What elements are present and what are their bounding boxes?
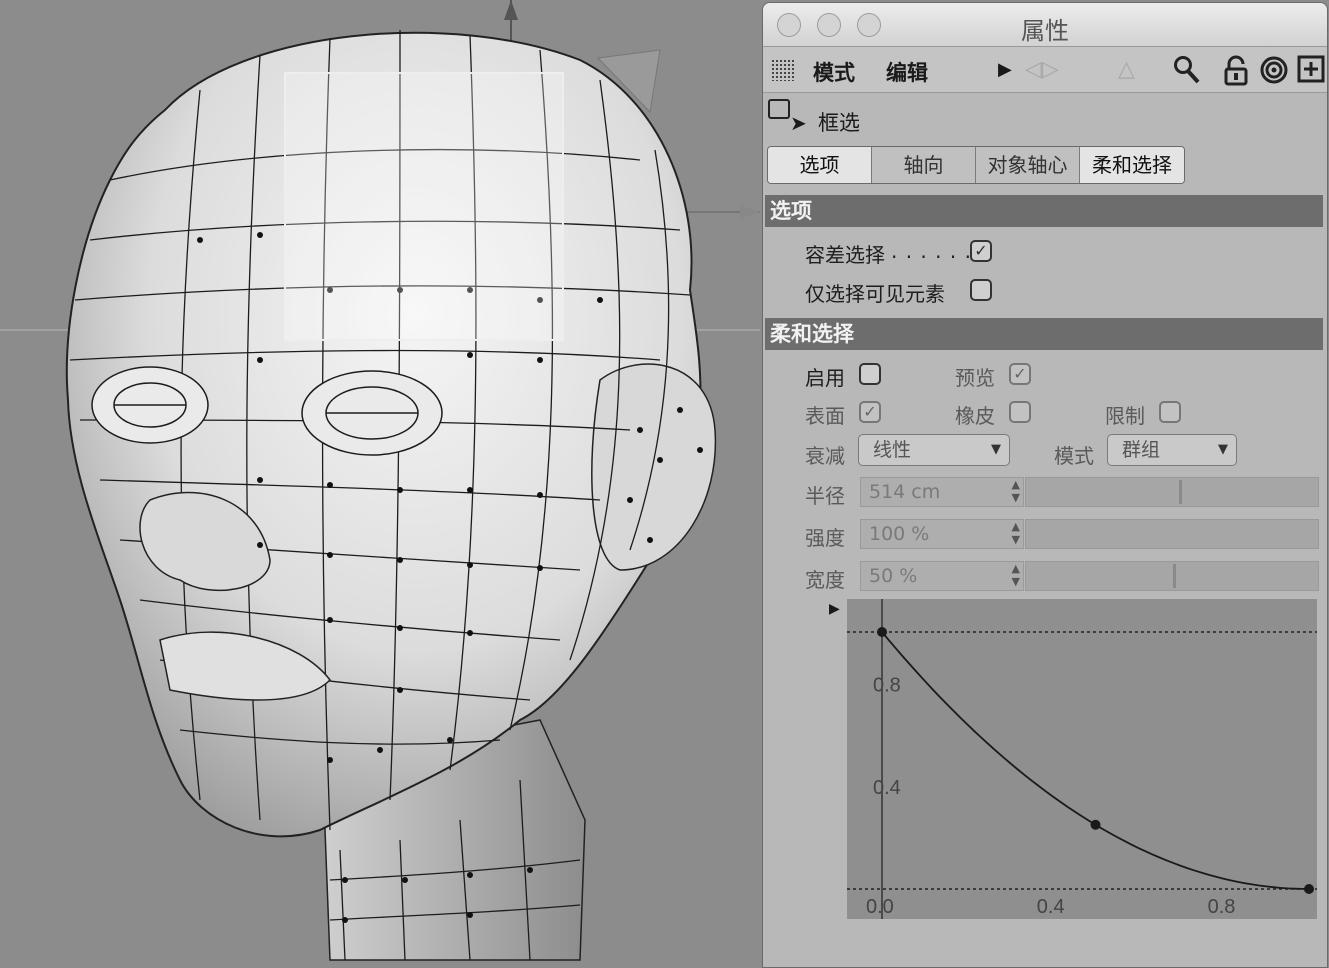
visible-only-label: 仅选择可见元素 — [805, 282, 945, 306]
selection-rectangle — [284, 72, 564, 341]
tab-axis[interactable]: 轴向 — [872, 147, 976, 183]
visible-only-checkbox[interactable] — [970, 279, 992, 301]
graph-background — [847, 599, 1317, 919]
falloff-curve-graph[interactable]: 0.8 0.4 0.0 0.4 0.8 — [847, 599, 1317, 919]
surface-label: 表面 — [805, 404, 845, 428]
tolerance-dots: . . . . . . — [891, 239, 972, 263]
y-tick-label: 0.4 — [873, 777, 901, 799]
grip-icon[interactable] — [771, 59, 795, 81]
mode-value: 群组 — [1122, 439, 1161, 461]
curve-control-point — [1304, 884, 1314, 894]
up-arrow-icon[interactable]: △ — [1118, 57, 1135, 82]
menu-edit[interactable]: 编辑 — [886, 57, 928, 87]
limit-checkbox[interactable] — [1159, 401, 1181, 423]
enable-label: 启用 — [805, 366, 845, 390]
cursor-icon: ➤ — [790, 111, 807, 135]
back-forward-icon[interactable]: ◁▷ — [1025, 57, 1059, 82]
limit-label: 限制 — [1105, 404, 1145, 428]
y-tick-label: 0.8 — [873, 674, 901, 696]
preview-label: 预览 — [955, 366, 995, 390]
curve-control-point — [877, 627, 887, 637]
title-bar: 属性 — [763, 3, 1327, 47]
falloff-label: 衰减 — [805, 444, 845, 468]
width-slider[interactable] — [1025, 561, 1319, 591]
stepper-icon[interactable]: ▲ ▼ — [1012, 478, 1020, 504]
stepper-icon[interactable]: ▲ ▼ — [1012, 562, 1020, 588]
width-field[interactable]: 50 % ▲ ▼ — [860, 561, 1024, 591]
mode-box-icon[interactable] — [768, 99, 790, 119]
width-label: 宽度 — [805, 568, 845, 592]
x-tick-label: 0.4 — [1037, 896, 1065, 918]
strength-value: 100 % — [869, 523, 930, 545]
radius-value: 514 cm — [869, 481, 941, 503]
stepper-icon[interactable]: ▲ ▼ — [1012, 520, 1020, 546]
curve-control-point — [1090, 819, 1101, 830]
mode-row: ➤ 框选 — [763, 93, 1327, 139]
tolerance-label: 容差选择 — [805, 243, 885, 267]
lock-icon[interactable] — [1223, 55, 1249, 94]
radius-slider[interactable] — [1025, 477, 1319, 507]
mode-dropdown[interactable]: 群组 ▼ — [1107, 434, 1237, 466]
slider-knob[interactable] — [1179, 480, 1182, 504]
new-panel-icon[interactable] — [1297, 55, 1325, 90]
graph-expand-arrow-icon[interactable]: ▶ — [829, 601, 840, 617]
slider-knob[interactable] — [1173, 564, 1176, 588]
toolbar: 模式 编辑 ▶ ◁▷ △ — [763, 47, 1327, 93]
tab-object-axis[interactable]: 对象轴心 — [976, 147, 1080, 183]
search-icon[interactable] — [1173, 55, 1201, 92]
radius-label: 半径 — [805, 484, 845, 508]
rubber-checkbox[interactable] — [1009, 401, 1031, 423]
tab-options[interactable]: 选项 — [768, 147, 872, 183]
menu-mode[interactable]: 模式 — [813, 57, 855, 87]
strength-slider[interactable] — [1025, 519, 1319, 549]
tab-soft-selection[interactable]: 柔和选择 — [1080, 147, 1184, 183]
play-arrow-icon[interactable]: ▶ — [998, 59, 1012, 80]
surface-checkbox[interactable]: ✓ — [859, 401, 881, 423]
mode-label: 框选 — [818, 111, 860, 135]
tab-bar: 选项 轴向 对象轴心 柔和选择 — [767, 146, 1185, 184]
soft-selection-section-header[interactable]: 柔和选择 — [765, 318, 1323, 350]
options-section-header[interactable]: 选项 — [765, 195, 1323, 227]
window-title: 属性 — [1021, 17, 1069, 45]
attributes-panel: 属性 模式 编辑 ▶ ◁▷ △ ➤ 框选 选项 轴向 对象轴心 柔和选择 选项 … — [762, 2, 1328, 968]
mode-label-soft: 模式 — [1054, 444, 1094, 468]
falloff-value: 线性 — [873, 439, 912, 461]
radius-field[interactable]: 514 cm ▲ ▼ — [860, 477, 1024, 507]
chevron-down-icon: ▼ — [991, 442, 1001, 457]
tolerance-checkbox[interactable]: ✓ — [970, 240, 992, 262]
rubber-label: 橡皮 — [955, 404, 995, 428]
preview-checkbox[interactable]: ✓ — [1009, 363, 1031, 385]
falloff-dropdown[interactable]: 线性 ▼ — [858, 434, 1010, 466]
width-value: 50 % — [869, 565, 918, 587]
x-tick-label: 0.8 — [1208, 896, 1236, 918]
x-tick-label: 0.0 — [866, 896, 894, 918]
chevron-down-icon: ▼ — [1218, 442, 1228, 457]
enable-checkbox[interactable] — [859, 363, 881, 385]
strength-field[interactable]: 100 % ▲ ▼ — [860, 519, 1024, 549]
target-icon[interactable] — [1259, 55, 1289, 92]
strength-label: 强度 — [805, 526, 845, 550]
